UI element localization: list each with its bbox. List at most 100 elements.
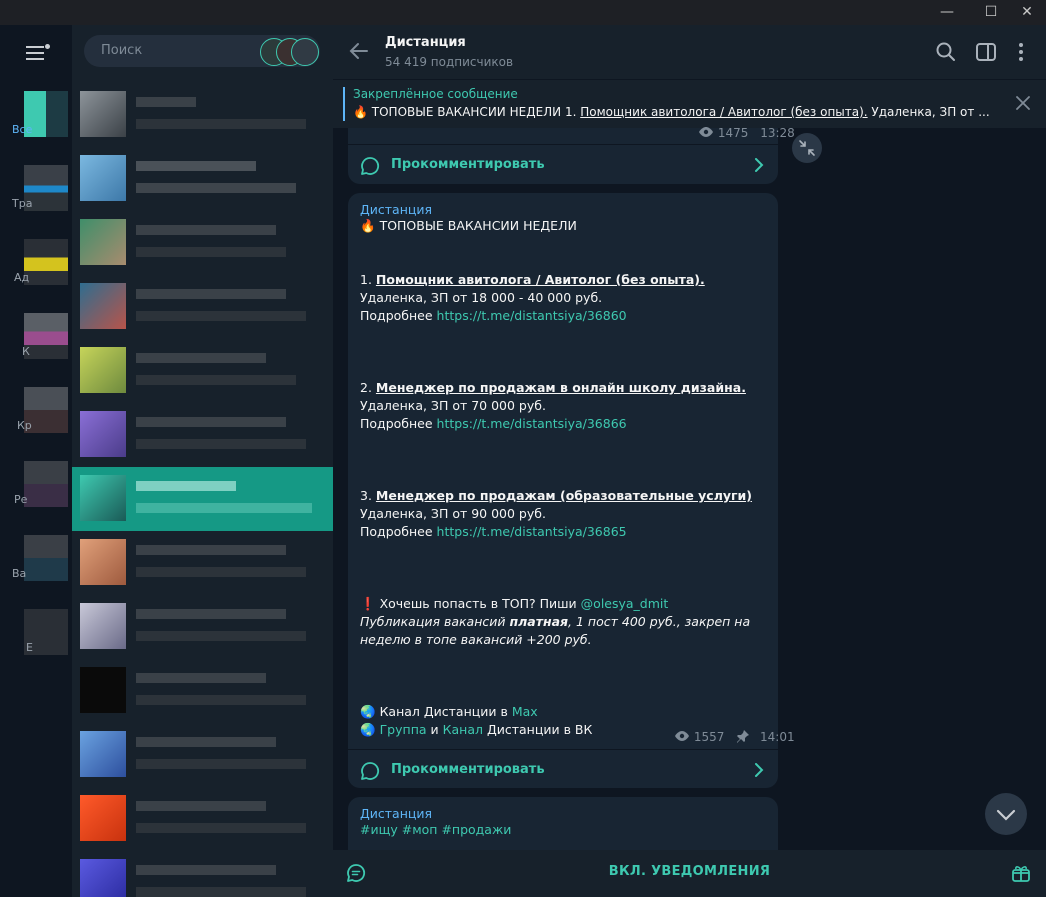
comment-icon [361, 157, 380, 175]
hashtags[interactable]: #ищу #моп #продажи [360, 822, 511, 837]
pinned-indicator [343, 87, 345, 121]
close-icon[interactable] [1014, 94, 1032, 112]
message-bubble: Дистанция #ищу #моп #продажи [348, 797, 778, 857]
pin-icon [736, 729, 750, 746]
vacancy-link[interactable]: https://t.me/distantsiya/36860 [437, 308, 627, 323]
folder-all[interactable]: Все [0, 85, 72, 159]
chat-avatar [80, 155, 126, 201]
chat-row[interactable] [72, 787, 333, 851]
vacancy-salary: Удаленка, ЗП от 90 000 руб. [360, 506, 546, 521]
search-icon[interactable] [934, 40, 958, 64]
chat-avatar [80, 539, 126, 585]
chat-avatar [80, 219, 126, 265]
maximize-button[interactable]: ☐ [976, 0, 1006, 25]
message-bubble: 1475 13:28 Прокомментировать [348, 126, 795, 185]
chat-row[interactable] [72, 275, 333, 339]
chat-header: Дистанция 54 419 подписчиков [333, 25, 1046, 79]
chat-row-selected[interactable] [72, 467, 333, 531]
message-meta: 1557 14:01 [674, 729, 795, 746]
bottom-bar: ВКЛ. УВЕДОМЛЕНИЯ [333, 850, 1046, 897]
eye-icon [674, 730, 690, 745]
chat-avatar [80, 859, 126, 897]
chat-avatar [80, 91, 126, 137]
eye-icon [698, 126, 714, 141]
chat-list: Поиск [72, 25, 333, 897]
vk-group-link[interactable]: Группа [380, 722, 427, 737]
story-avatar[interactable] [291, 38, 319, 66]
chat-avatar [80, 283, 126, 329]
minimize-button[interactable]: — [932, 0, 962, 25]
folder-6[interactable]: Ре [0, 455, 72, 529]
folder-rail: Все Тра Ад К Кр Ре Ва Е [0, 25, 72, 897]
close-window-button[interactable]: ✕ [1012, 0, 1042, 25]
chat-title[interactable]: Дистанция [385, 35, 466, 50]
folder-4[interactable]: К [0, 307, 72, 381]
chat-row[interactable] [72, 211, 333, 275]
message-sender[interactable]: Дистанция [360, 202, 770, 217]
folder-3[interactable]: Ад [0, 233, 72, 307]
vacancy-salary: Удаленка, ЗП от 18 000 - 40 000 руб. [360, 290, 603, 305]
folder-5[interactable]: Кр [0, 381, 72, 455]
subscriber-count: 54 419 подписчиков [385, 55, 514, 69]
chat-avatar [80, 603, 126, 649]
comment-label: Прокомментировать [391, 762, 545, 777]
vacancy-link[interactable]: https://t.me/distantsiya/36866 [437, 416, 627, 431]
chevron-right-icon [755, 158, 764, 172]
chat-row[interactable] [72, 83, 333, 147]
folder-7[interactable]: Ва [0, 529, 72, 603]
message-sender[interactable]: Дистанция [360, 806, 511, 821]
chat-row[interactable] [72, 659, 333, 723]
vacancy-link[interactable]: https://t.me/distantsiya/36865 [437, 524, 627, 539]
chevron-down-icon [996, 809, 1016, 821]
gift-icon[interactable] [1010, 862, 1032, 884]
folder-8[interactable]: Е [0, 603, 72, 677]
more-options-icon[interactable] [1009, 40, 1033, 64]
comment-button[interactable]: Прокомментировать [348, 144, 778, 185]
folder-2[interactable]: Тра [0, 159, 72, 233]
comment-icon [361, 762, 380, 780]
chat-row[interactable] [72, 595, 333, 659]
vk-channel-link[interactable]: Канал [443, 722, 483, 737]
chat-avatar [80, 475, 126, 521]
back-arrow-icon[interactable] [347, 39, 371, 63]
chat-avatar [80, 731, 126, 777]
chat-row[interactable] [72, 403, 333, 467]
main-menu-button[interactable] [22, 42, 54, 64]
chat-pane: Дистанция 54 419 подписчиков Закреплённо… [333, 25, 1046, 897]
message-headline: ТОПОВЫЕ ВАКАНСИИ НЕДЕЛИ [379, 218, 577, 233]
pinned-message-bar[interactable]: Закреплённое сообщение 🔥 ТОПОВЫЕ ВАКАНСИ… [333, 79, 1046, 128]
comment-label: Прокомментировать [391, 157, 545, 172]
max-link[interactable]: Max [512, 704, 538, 719]
message-bubble: Дистанция 🔥 ТОПОВЫЕ ВАКАНСИИ НЕДЕЛИ 1. П… [348, 193, 795, 790]
chat-row[interactable] [72, 723, 333, 787]
comment-button[interactable]: Прокомментировать [348, 749, 778, 790]
vacancy-title: Менеджер по продажам в онлайн школу диза… [375, 380, 746, 395]
globe-icon: 🌏 [360, 704, 376, 719]
scroll-down-button[interactable] [985, 793, 1027, 835]
search-input[interactable]: Поиск [101, 43, 142, 58]
chat-avatar [80, 667, 126, 713]
globe-icon: 🌏 [360, 722, 376, 737]
vacancy-title: Помощник авитолога / Авитолог (без опыта… [375, 272, 705, 287]
enable-notifications-button[interactable]: ВКЛ. УВЕДОМЛЕНИЯ [333, 864, 1046, 879]
chat-avatar [80, 411, 126, 457]
view-count: 1557 [693, 730, 725, 744]
sidebar-toggle-icon[interactable] [974, 40, 998, 64]
search-box[interactable]: Поиск [84, 35, 320, 67]
chat-row[interactable] [72, 851, 333, 897]
pinned-preview: 🔥 ТОПОВЫЕ ВАКАНСИИ НЕДЕЛИ 1. Помощник ав… [353, 105, 990, 119]
chevron-right-icon [755, 763, 764, 777]
chat-row[interactable] [72, 531, 333, 595]
menu-badge-icon [45, 44, 50, 49]
pricing-note: Публикация вакансий платная, 1 пост 400 … [360, 614, 751, 647]
vacancy-title: Менеджер по продажам (образовательные ус… [375, 488, 753, 503]
exclamation-icon: ❗ [360, 596, 376, 611]
message-text: 🔥 ТОПОВЫЕ ВАКАНСИИ НЕДЕЛИ 1. Помощник ав… [360, 217, 770, 739]
pinned-title: Закреплённое сообщение [353, 87, 518, 101]
author-handle-link[interactable]: @olesya_dmit [581, 596, 669, 611]
collapse-icon[interactable] [792, 133, 822, 163]
message-meta: 1475 13:28 [698, 126, 795, 141]
chat-row[interactable] [72, 147, 333, 211]
window-titlebar: — ☐ ✕ [0, 0, 1046, 25]
chat-row[interactable] [72, 339, 333, 403]
